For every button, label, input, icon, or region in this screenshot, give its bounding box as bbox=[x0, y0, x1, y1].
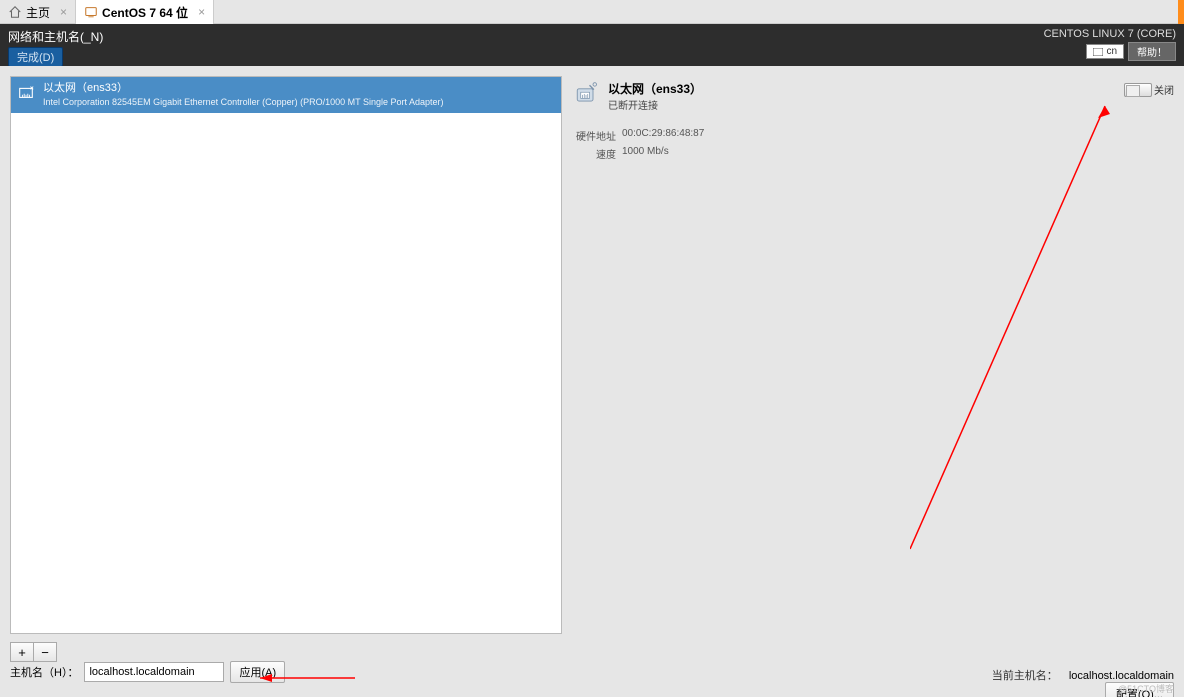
toggle-label: 关闭 bbox=[1154, 82, 1174, 97]
close-icon[interactable]: × bbox=[60, 5, 67, 19]
hostname-row: 主机名（H）： 应用(A) bbox=[10, 661, 285, 683]
keyboard-icon bbox=[1093, 48, 1103, 56]
tab-vm[interactable]: CentOS 7 64 位 × bbox=[76, 0, 214, 24]
remove-button[interactable]: − bbox=[33, 642, 57, 662]
page-title: 网络和主机名(_N) bbox=[8, 28, 1176, 45]
watermark: @51CTO博客 bbox=[1118, 682, 1174, 695]
close-icon[interactable]: × bbox=[198, 5, 205, 19]
network-details: 以太网（ens33） 已断开连接 关闭 硬件地址 00:0C:29:86:48:… bbox=[572, 76, 1174, 634]
tabs-bar: 主页 × CentOS 7 64 位 × bbox=[0, 0, 1184, 24]
network-list[interactable]: 以太网（ens33） Intel Corporation 82545EM Gig… bbox=[10, 76, 562, 634]
add-remove-buttons: + − bbox=[10, 642, 57, 662]
connection-title: 以太网（ens33） bbox=[608, 80, 702, 97]
keyboard-indicator[interactable]: cn bbox=[1086, 44, 1124, 59]
add-button[interactable]: + bbox=[10, 642, 34, 662]
current-hostname-value: localhost.localdomain bbox=[1069, 670, 1174, 682]
ethernet-icon bbox=[17, 83, 35, 101]
scrollbar-indicator[interactable] bbox=[1178, 0, 1184, 24]
installer-header: 网络和主机名(_N) 完成(D) CENTOS LINUX 7 (CORE) c… bbox=[0, 24, 1184, 66]
connection-toggle[interactable] bbox=[1124, 83, 1152, 97]
home-icon bbox=[8, 5, 22, 19]
speed-label: 速度 bbox=[572, 146, 616, 161]
apply-button[interactable]: 应用(A) bbox=[230, 661, 285, 683]
speed-value: 1000 Mb/s bbox=[622, 146, 669, 161]
network-item-title: 以太网（ens33） bbox=[43, 81, 444, 95]
hostname-label: 主机名（H）： bbox=[10, 664, 78, 680]
tab-vm-label: CentOS 7 64 位 bbox=[102, 4, 188, 21]
vm-icon bbox=[84, 5, 98, 19]
main-area: 以太网（ens33） Intel Corporation 82545EM Gig… bbox=[0, 66, 1184, 697]
connection-status: 已断开连接 bbox=[608, 97, 702, 112]
hwaddr-value: 00:0C:29:86:48:87 bbox=[622, 128, 704, 143]
current-hostname-label: 当前主机名： bbox=[992, 670, 1058, 682]
network-item-subtitle: Intel Corporation 82545EM Gigabit Ethern… bbox=[43, 95, 444, 109]
connection-toggle-wrap: 关闭 bbox=[1124, 82, 1174, 97]
help-button[interactable]: 帮助！ bbox=[1128, 42, 1176, 61]
hwaddr-label: 硬件地址 bbox=[572, 128, 616, 143]
done-button[interactable]: 完成(D) bbox=[8, 47, 63, 67]
ethernet-plug-icon bbox=[572, 80, 600, 108]
tab-home-label: 主页 bbox=[26, 4, 50, 21]
network-list-item[interactable]: 以太网（ens33） Intel Corporation 82545EM Gig… bbox=[11, 77, 561, 113]
keyboard-layout: cn bbox=[1106, 46, 1117, 57]
hostname-input[interactable] bbox=[84, 662, 224, 682]
tab-home[interactable]: 主页 × bbox=[0, 0, 76, 24]
current-hostname: 当前主机名： localhost.localdomain bbox=[992, 667, 1174, 683]
os-name: CENTOS LINUX 7 (CORE) bbox=[1044, 28, 1176, 40]
